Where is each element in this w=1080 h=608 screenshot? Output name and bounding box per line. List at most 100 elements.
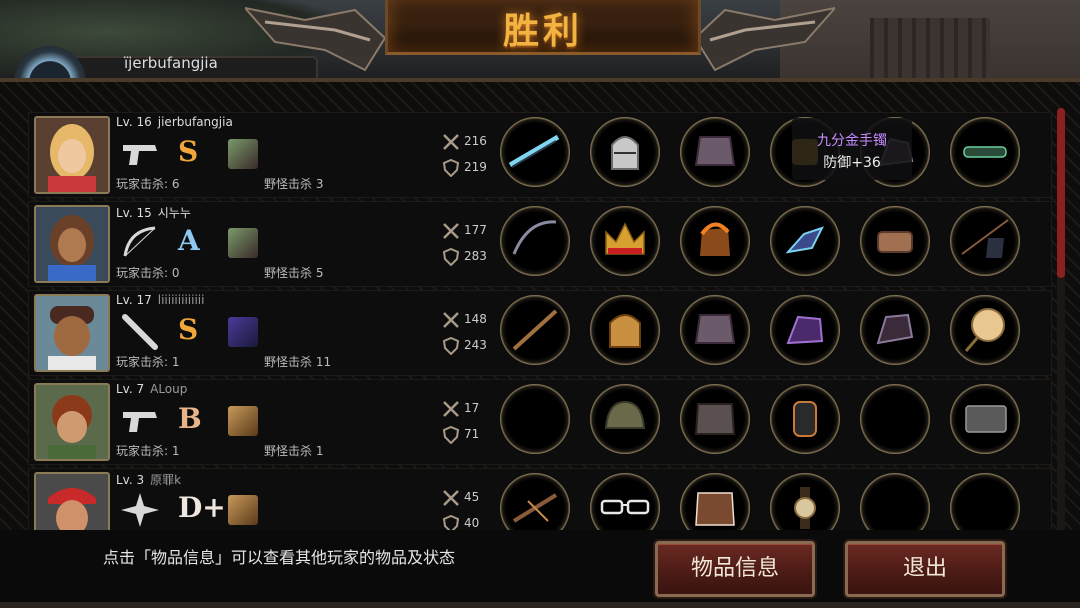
skill-icon [228, 139, 258, 169]
bottom-border [0, 602, 1080, 608]
bow-icon [123, 226, 156, 257]
pistol-icon [123, 412, 157, 432]
player-row[interactable]: Lv. 7 ALoup B 玩家击杀: 1 野怪击杀 1 17 71 [28, 379, 1052, 465]
jacket-icon [694, 403, 736, 435]
monster-kills: 野怪击杀 3 [264, 177, 324, 191]
defense-icon [442, 426, 460, 444]
equipment-slot[interactable] [590, 384, 660, 454]
shuriken-icon [121, 493, 159, 527]
skill-icon [228, 406, 258, 436]
hint-text: 点击「物品信息」可以查看其他玩家的物品及状态 [103, 548, 456, 567]
equipment-slot[interactable] [770, 384, 840, 454]
grade-badge: D+ [178, 491, 226, 524]
equipment-slot[interactable] [500, 206, 570, 276]
defense-value: 243 [464, 338, 487, 352]
item-tooltip: 九分金手镯 防御+36 [792, 118, 912, 180]
pistol-icon [123, 145, 157, 165]
lightning-claw-icon [785, 226, 824, 254]
equipment-slot[interactable] [950, 384, 1020, 454]
spear-flag-icon [961, 219, 1009, 258]
knight-helmet-icon [611, 136, 639, 170]
equipment-slot[interactable] [680, 384, 750, 454]
bracer-icon [793, 401, 817, 437]
grade-badge: A [178, 224, 200, 257]
equipment-slot[interactable] [860, 384, 930, 454]
defense-value: 283 [464, 249, 487, 263]
equipment-slot[interactable] [770, 295, 840, 365]
player-level: Lv. 17 liiiiiiiiiiiii [116, 293, 205, 307]
equipment-slot[interactable] [590, 206, 660, 276]
item-info-button[interactable]: 物品信息 [655, 541, 815, 597]
player-row[interactable]: Lv. 15 시누누 A 玩家击杀: 0 野怪击杀 5 177 283 [28, 201, 1052, 287]
grade-badge: S [178, 135, 199, 168]
grade-badge: S [178, 313, 199, 346]
equipment-slot[interactable] [770, 206, 840, 276]
skill-icon [228, 228, 258, 258]
list-scrollbar[interactable] [1057, 108, 1065, 532]
portrait-token-icon [964, 308, 1005, 352]
defense-value: 40 [464, 516, 480, 530]
player-level: Lv. 7 ALoup [116, 382, 188, 396]
monster-kills: 野怪击杀 5 [264, 266, 324, 280]
attack-icon [443, 223, 459, 239]
equipment-slot[interactable] [950, 117, 1020, 187]
skill-icon [228, 317, 258, 347]
player-name: liiiiiiiiiiiii [157, 293, 205, 307]
player-level: Lv. 15 시누누 [116, 206, 191, 220]
glasses-icon [600, 499, 650, 515]
player-portrait [34, 294, 110, 372]
equipment-slot[interactable] [680, 206, 750, 276]
player-name: jierbufangjia [157, 115, 233, 129]
player-kills: 玩家击杀: 1 [116, 355, 180, 369]
equipment-slot[interactable] [500, 295, 570, 365]
defense-icon [442, 337, 460, 355]
attack-icon [443, 312, 459, 328]
crossbow-icon [512, 493, 558, 523]
equipment-slot[interactable] [500, 384, 570, 454]
purple-gauntlet-icon [786, 315, 824, 345]
monster-kills: 野怪击杀 11 [264, 355, 332, 369]
player-level: Lv. 3 原罪k [116, 473, 182, 487]
skill-icon [228, 495, 258, 525]
player-name: 原罪k [150, 473, 182, 487]
scope-icon [963, 146, 1007, 158]
equipment-slot[interactable] [950, 295, 1020, 365]
attack-value: 17 [464, 401, 480, 415]
gold-helmet-icon [609, 314, 641, 348]
equipment-slot[interactable] [950, 206, 1020, 276]
attack-value: 148 [464, 312, 487, 326]
equipment-slot[interactable] [590, 117, 660, 187]
player-kills: 玩家击杀: 6 [116, 177, 180, 191]
attack-value: 45 [464, 490, 480, 504]
grade-badge: B [178, 402, 202, 435]
player-kills: 玩家击杀: 0 [116, 266, 180, 280]
sniper-rifle-icon [508, 134, 560, 168]
equipment-slot[interactable] [500, 117, 570, 187]
monster-kills: 野怪击杀 1 [264, 444, 324, 458]
scrollbar-thumb[interactable] [1057, 108, 1065, 278]
magazine-icon [965, 405, 1007, 433]
flame-armor-icon [700, 222, 730, 256]
attack-icon [443, 490, 459, 506]
bracer-icon [877, 231, 913, 253]
recurve-bow-icon [512, 220, 557, 255]
equipment-slot[interactable] [680, 117, 750, 187]
tooltip-item-stat: 防御+36 [823, 155, 881, 171]
player-name: 시누누 [157, 206, 191, 220]
wristwatch-icon [794, 487, 816, 529]
equipment-slot[interactable] [590, 295, 660, 365]
equipment-slot[interactable] [860, 295, 930, 365]
footer-bar: 点击「物品信息」可以查看其他玩家的物品及状态 物品信息 退出 [0, 530, 1080, 608]
title-banner: 胜利 [385, 0, 701, 55]
army-helmet-icon [604, 400, 646, 429]
attack-icon [443, 134, 459, 150]
exit-button[interactable]: 退出 [845, 541, 1005, 597]
page-title: 胜利 [502, 11, 583, 52]
tooltip-item-name: 九分金手镯 [817, 133, 887, 149]
equipment-slot[interactable] [860, 206, 930, 276]
equipment-slot[interactable] [680, 295, 750, 365]
player-row[interactable]: Lv. 17 liiiiiiiiiiiii S 玩家击杀: 1 野怪击杀 11 1… [28, 290, 1052, 376]
player-name: ALoup [150, 382, 188, 396]
armor-vest-icon [694, 136, 736, 166]
attack-value: 216 [464, 134, 487, 148]
